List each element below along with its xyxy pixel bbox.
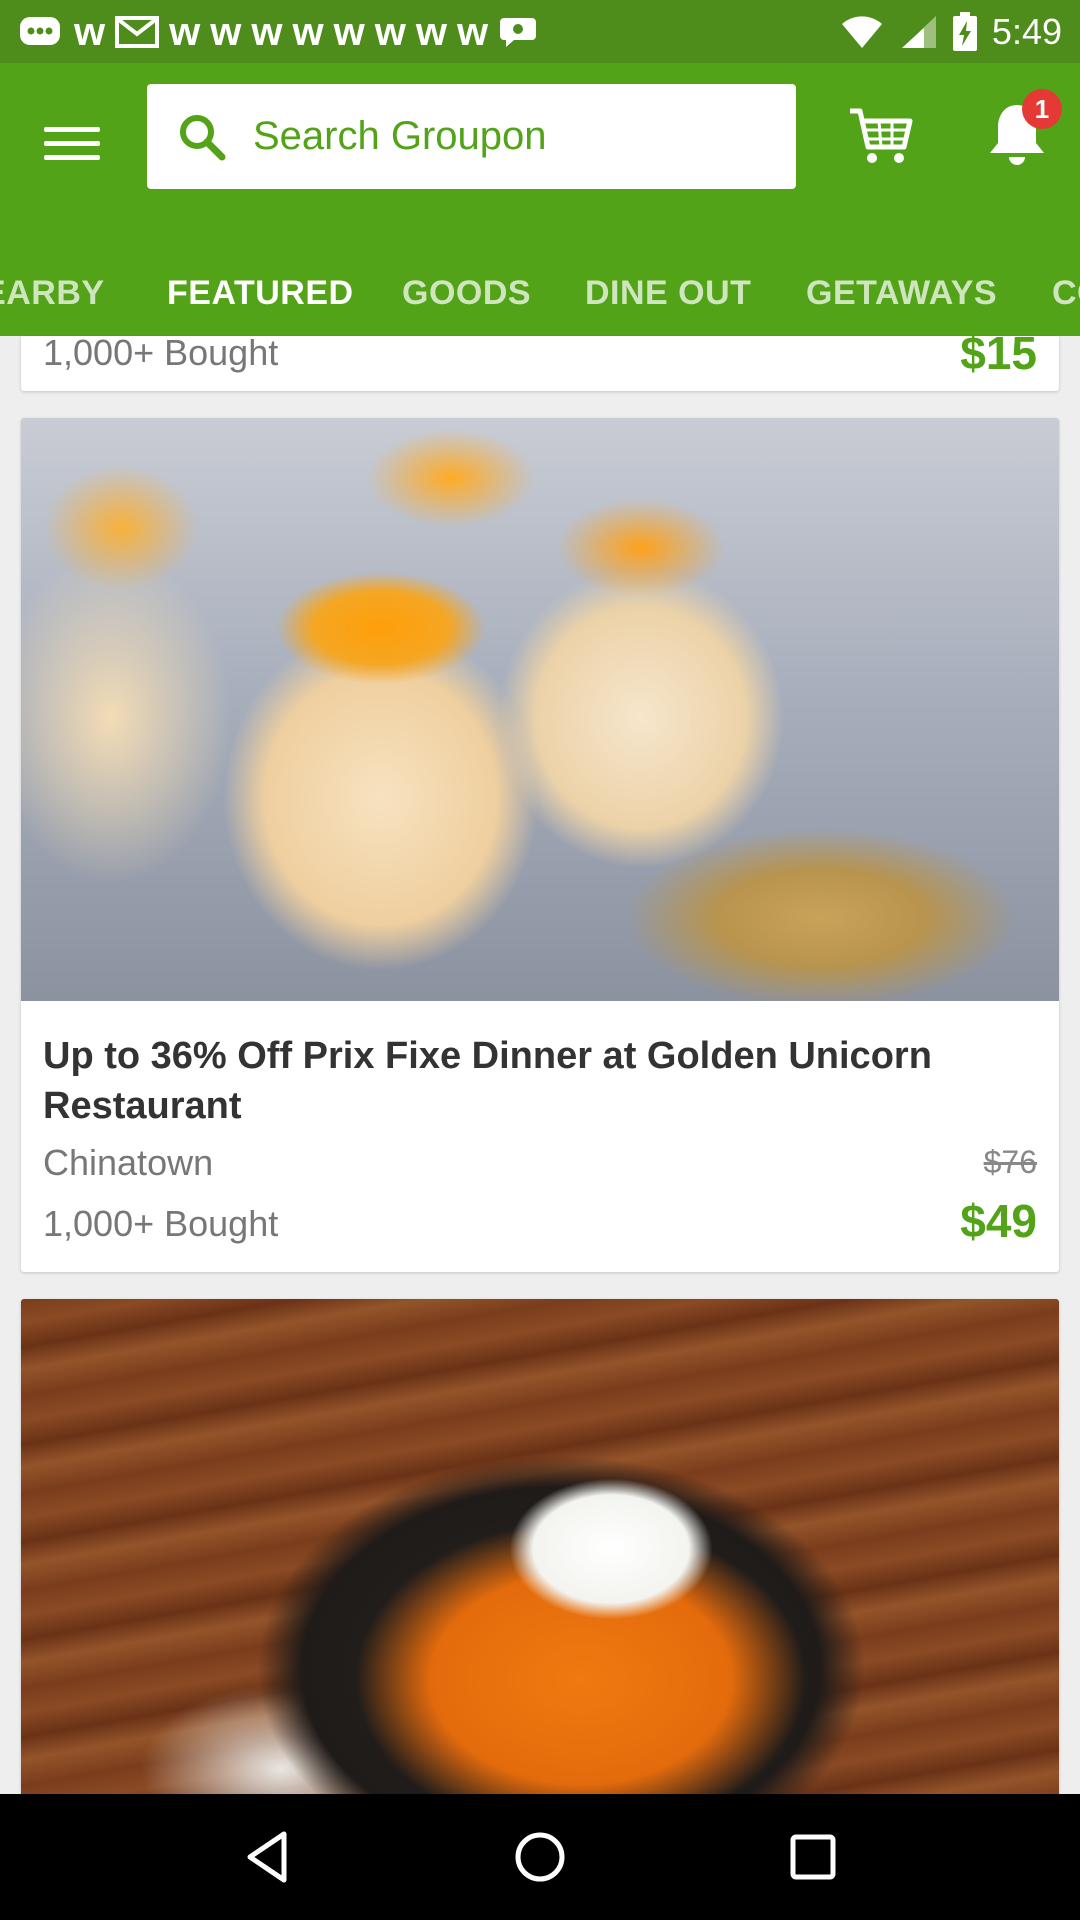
deal-title: Up to 36% Off Prix Fixe Dinner at Golden… <box>43 1035 932 1127</box>
w-icon: w <box>292 9 324 54</box>
w-icon: w <box>210 9 242 54</box>
menu-icon-line <box>44 126 100 132</box>
tab-nearby[interactable]: NEARBY <box>0 274 105 313</box>
deal-bought-count: 1,000+ Bought <box>43 336 279 373</box>
previous-deal-card[interactable]: 1,000+ Bought $15 <box>21 336 1059 391</box>
clock: 5:49 <box>991 10 1062 52</box>
deal-location: Chinatown <box>43 1142 214 1183</box>
deal-original-price: $76 <box>983 1144 1037 1180</box>
shopping-cart-icon <box>850 108 913 163</box>
tab-getaways[interactable]: GETAWAYS <box>806 274 997 313</box>
home-icon <box>515 1832 565 1882</box>
chat-icon <box>500 17 537 47</box>
app-bar: 1 NEARBY FEATURED GOODS DINE OUT GETAWAY… <box>0 63 1080 336</box>
deal-price: $49 <box>960 1195 1037 1247</box>
menu-icon-line <box>44 154 100 160</box>
w-icon: w <box>374 9 406 54</box>
deal-card[interactable]: Up to 36% Off Prix Fixe Dinner at Golden… <box>21 418 1059 1272</box>
deal-image <box>21 418 1059 1001</box>
menu-icon-line <box>44 140 100 146</box>
notification-badge: 1 <box>1022 89 1062 129</box>
search-bar[interactable] <box>147 84 796 189</box>
tab-goods[interactable]: GOODS <box>402 274 531 313</box>
w-icon: w <box>457 9 489 54</box>
status-bar: w w w w w w w w w 5:49 <box>0 0 1080 63</box>
wifi-icon <box>841 15 882 48</box>
message-icon <box>20 16 60 45</box>
home-button[interactable] <box>505 1822 575 1892</box>
tab-coupons[interactable]: COUPONS <box>1052 274 1080 313</box>
w-icon: w <box>74 9 106 54</box>
search-input[interactable] <box>253 114 773 159</box>
search-icon <box>180 114 226 160</box>
w-icon: w <box>333 9 365 54</box>
signal-icon <box>901 15 936 48</box>
deal-info: Up to 36% Off Prix Fixe Dinner at Golden… <box>21 1001 1059 1272</box>
w-icon: w <box>251 9 283 54</box>
gmail-icon <box>115 15 160 48</box>
w-icon: w <box>415 9 447 54</box>
category-tabs: NEARBY FEATURED GOODS DINE OUT GETAWAYS … <box>0 251 1080 336</box>
tab-dine-out[interactable]: DINE OUT <box>585 274 751 313</box>
next-deal-card[interactable] <box>21 1299 1059 1799</box>
recents-icon <box>790 1834 836 1880</box>
deal-image <box>21 1299 1059 1799</box>
cart-button[interactable] <box>846 101 916 171</box>
back-icon <box>247 1831 287 1883</box>
back-button[interactable] <box>232 1822 302 1892</box>
deal-price: $15 <box>960 336 1037 379</box>
notification-icons: w w w w w w w w w <box>18 12 538 52</box>
menu-button[interactable] <box>44 115 100 171</box>
w-icon: w <box>169 9 201 54</box>
tab-featured[interactable]: FEATURED <box>167 274 354 313</box>
system-navigation-bar <box>0 1794 1080 1920</box>
battery-icon <box>952 11 977 51</box>
recents-button[interactable] <box>778 1822 848 1892</box>
deal-bought-count: 1,000+ Bought <box>43 1203 279 1244</box>
